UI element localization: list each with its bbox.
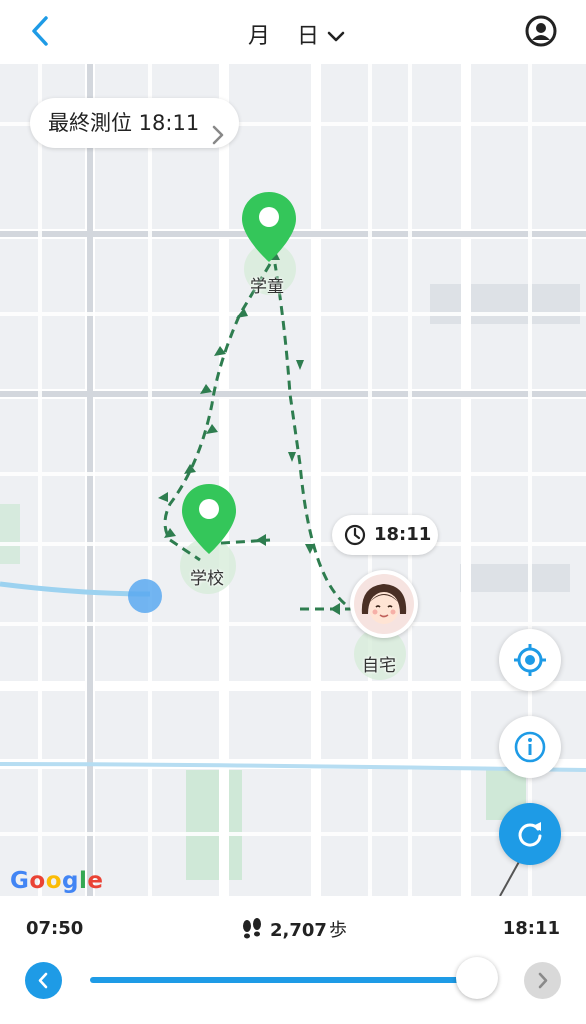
header: 月日	[0, 0, 586, 64]
map-view[interactable]: 学童 学校 自宅 Google	[0, 64, 586, 896]
refresh-icon	[518, 822, 542, 847]
timeline-slider-thumb[interactable]	[456, 957, 498, 999]
footprints-icon	[240, 917, 264, 946]
map-roads	[0, 64, 586, 896]
date-selector[interactable]: 月日	[0, 18, 586, 50]
start-time: 07:50	[26, 918, 84, 939]
place-label-school: 学校	[190, 569, 224, 589]
avatar-image	[354, 574, 414, 634]
step-count: 2,707 歩	[240, 916, 347, 946]
child-avatar[interactable]	[350, 570, 418, 638]
last-location-label: 最終測位 18:11	[48, 111, 200, 135]
end-time: 18:11	[502, 918, 560, 939]
last-location-button[interactable]: 最終測位 18:11	[30, 98, 240, 148]
chevron-down-icon	[326, 25, 346, 50]
refresh-button[interactable]	[499, 803, 561, 865]
place-label-gakudo: 学童	[250, 277, 284, 297]
user-circle-icon	[525, 15, 557, 47]
map-pin-icon[interactable]	[240, 190, 298, 264]
clock-icon	[344, 524, 366, 551]
chevron-right-icon	[538, 972, 548, 989]
profile-button[interactable]	[524, 14, 558, 48]
day-label: 日	[297, 24, 321, 49]
previous-button[interactable]	[25, 962, 62, 999]
next-button[interactable]	[524, 962, 561, 999]
step-count-value: 2,707	[270, 920, 327, 941]
timeline-panel: 07:50 2,707 歩 18:11	[0, 896, 586, 1024]
locate-button[interactable]	[499, 629, 561, 691]
month-label: 月	[247, 24, 271, 49]
chevron-right-icon	[211, 113, 225, 163]
place-label-home: 自宅	[362, 656, 396, 676]
google-logo: Google	[10, 868, 104, 894]
step-unit: 歩	[328, 920, 347, 941]
time-bubble-text: 18:11	[374, 524, 432, 545]
time-bubble: 18:11	[332, 515, 438, 555]
map-pin-icon[interactable]	[180, 482, 238, 556]
crosshair-icon	[514, 644, 546, 676]
timeline-slider-track[interactable]	[90, 977, 480, 983]
info-button[interactable]	[499, 716, 561, 778]
chevron-left-icon	[38, 972, 48, 989]
info-icon	[514, 731, 546, 763]
